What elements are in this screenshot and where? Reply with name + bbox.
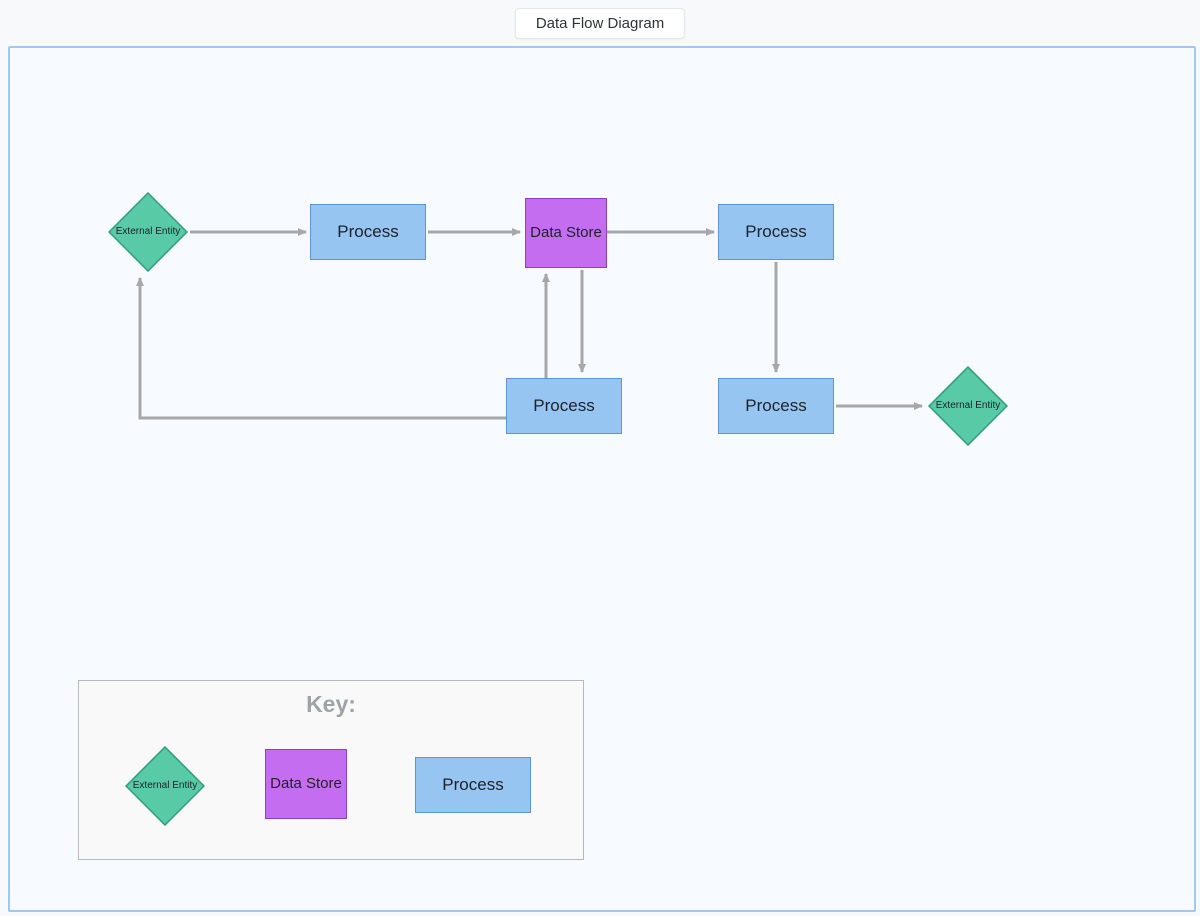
entity-node[interactable]: External Entity (108, 192, 188, 272)
entity-label: External Entity (928, 366, 1008, 446)
process-node[interactable]: Process (506, 378, 622, 434)
legend-datastore-label: Data Store (270, 775, 342, 793)
entity-label: External Entity (108, 192, 188, 272)
legend-process-label: Process (442, 775, 503, 795)
legend-title: Key: (79, 691, 583, 718)
process-label: Process (745, 222, 806, 242)
datastore-label: Data Store (530, 224, 602, 242)
process-node[interactable]: Process (718, 204, 834, 260)
legend-process-icon: Process (415, 757, 531, 813)
legend-datastore-icon: Data Store (265, 749, 347, 819)
legend-entity-icon: External Entity (125, 746, 205, 826)
entity-node[interactable]: External Entity (928, 366, 1008, 446)
process-label: Process (533, 396, 594, 416)
process-node[interactable]: Process (718, 378, 834, 434)
legend-entity-label: External Entity (125, 746, 205, 826)
page-title: Data Flow Diagram (515, 8, 685, 39)
process-node[interactable]: Process (310, 204, 426, 260)
process-label: Process (745, 396, 806, 416)
diagram-canvas: External Entity Process Data Store Proce… (8, 46, 1196, 912)
datastore-node[interactable]: Data Store (525, 198, 607, 268)
process-label: Process (337, 222, 398, 242)
legend-panel: Key: External Entity Data Store Process (78, 680, 584, 860)
